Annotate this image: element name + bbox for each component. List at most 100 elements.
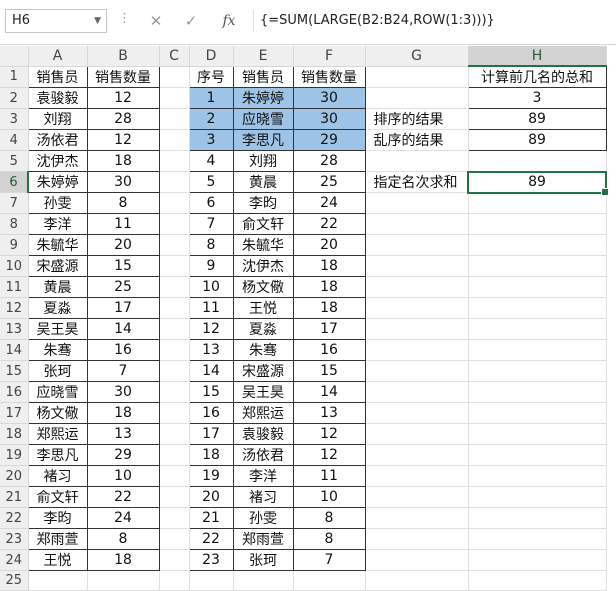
row-header[interactable]: 7 bbox=[0, 192, 29, 214]
cell-b8[interactable]: 11 bbox=[86, 213, 160, 235]
column-header-h[interactable]: H bbox=[468, 46, 607, 67]
cell-d5[interactable]: 4 bbox=[188, 150, 234, 172]
cell-d25[interactable] bbox=[189, 570, 234, 591]
name-box[interactable]: H6 ▼ bbox=[5, 9, 107, 33]
cell-g12[interactable] bbox=[365, 297, 469, 319]
cell-c22[interactable] bbox=[159, 507, 190, 529]
cell-g11[interactable] bbox=[365, 276, 469, 298]
cell-b12[interactable]: 17 bbox=[86, 297, 160, 319]
cell-g17[interactable] bbox=[365, 402, 469, 424]
row-header[interactable]: 21 bbox=[0, 486, 29, 508]
cell-c25[interactable] bbox=[159, 570, 190, 591]
cell-g6[interactable]: 指定名次求和 bbox=[365, 171, 469, 193]
cell-f19[interactable]: 12 bbox=[292, 444, 366, 466]
cell-d18[interactable]: 17 bbox=[188, 423, 234, 445]
row-header[interactable]: 4 bbox=[0, 129, 29, 151]
cell-b11[interactable]: 25 bbox=[86, 276, 160, 298]
cell-e21[interactable]: 褚习 bbox=[232, 486, 294, 508]
cell-c21[interactable] bbox=[159, 486, 190, 508]
cell-d22[interactable]: 21 bbox=[188, 507, 234, 529]
cell-h6[interactable]: 89 bbox=[467, 170, 607, 194]
column-header-b[interactable]: B bbox=[87, 46, 160, 67]
cell-b4[interactable]: 12 bbox=[86, 129, 160, 151]
cell-b18[interactable]: 13 bbox=[86, 423, 160, 445]
row-header[interactable]: 1 bbox=[0, 66, 29, 88]
cell-c20[interactable] bbox=[159, 465, 190, 487]
cell-a11[interactable]: 黄晨 bbox=[27, 276, 88, 298]
cell-c5[interactable] bbox=[159, 150, 190, 172]
cell-d4[interactable]: 3 bbox=[188, 129, 234, 151]
cell-b24[interactable]: 18 bbox=[86, 549, 160, 571]
row-header[interactable]: 2 bbox=[0, 87, 29, 109]
cell-f20[interactable]: 11 bbox=[292, 465, 366, 487]
row-header[interactable]: 25 bbox=[0, 570, 29, 591]
cell-e15[interactable]: 宋盛源 bbox=[232, 360, 294, 382]
cell-c19[interactable] bbox=[159, 444, 190, 466]
cell-d8[interactable]: 7 bbox=[188, 213, 234, 235]
cell-d12[interactable]: 11 bbox=[188, 297, 234, 319]
cell-g23[interactable] bbox=[365, 528, 469, 550]
row-header[interactable]: 17 bbox=[0, 402, 29, 424]
cell-d9[interactable]: 8 bbox=[188, 234, 234, 256]
cell-b15[interactable]: 7 bbox=[86, 360, 160, 382]
cell-g22[interactable] bbox=[365, 507, 469, 529]
cell-f17[interactable]: 13 bbox=[292, 402, 366, 424]
check-icon[interactable]: ✓ bbox=[178, 10, 204, 32]
row-header[interactable]: 9 bbox=[0, 234, 29, 256]
cell-g4[interactable]: 乱序的结果 bbox=[365, 129, 469, 151]
formula-input[interactable]: {=SUM(LARGE(B2:B24,ROW(1:3)))} bbox=[253, 10, 616, 32]
cell-f15[interactable]: 15 bbox=[292, 360, 366, 382]
cell-c16[interactable] bbox=[159, 381, 190, 403]
cell-g7[interactable] bbox=[365, 192, 469, 214]
row-header[interactable]: 10 bbox=[0, 255, 29, 277]
cell-c24[interactable] bbox=[159, 549, 190, 571]
cell-f5[interactable]: 28 bbox=[292, 150, 366, 172]
cell-h3[interactable]: 89 bbox=[467, 108, 607, 130]
cell-b16[interactable]: 30 bbox=[86, 381, 160, 403]
cell-c23[interactable] bbox=[159, 528, 190, 550]
cell-h16[interactable] bbox=[468, 381, 607, 403]
cell-h2[interactable]: 3 bbox=[467, 87, 607, 109]
cell-e17[interactable]: 郑熙运 bbox=[232, 402, 294, 424]
cell-b14[interactable]: 16 bbox=[86, 339, 160, 361]
cell-a21[interactable]: 俞文轩 bbox=[27, 486, 88, 508]
cell-h17[interactable] bbox=[468, 402, 607, 424]
cell-g2[interactable] bbox=[365, 87, 469, 109]
cell-d23[interactable]: 22 bbox=[188, 528, 234, 550]
cell-c13[interactable] bbox=[159, 318, 190, 340]
cell-c2[interactable] bbox=[159, 87, 190, 109]
column-header-a[interactable]: A bbox=[28, 46, 88, 67]
cell-g10[interactable] bbox=[365, 255, 469, 277]
row-header[interactable]: 22 bbox=[0, 507, 29, 529]
cell-d21[interactable]: 20 bbox=[188, 486, 234, 508]
cell-d3[interactable]: 2 bbox=[188, 108, 234, 130]
cell-h5[interactable] bbox=[468, 150, 607, 172]
cell-a3[interactable]: 刘翔 bbox=[27, 108, 88, 130]
cell-e14[interactable]: 朱骞 bbox=[232, 339, 294, 361]
cell-b23[interactable]: 8 bbox=[86, 528, 160, 550]
cell-d15[interactable]: 14 bbox=[188, 360, 234, 382]
cell-e13[interactable]: 夏淼 bbox=[232, 318, 294, 340]
cell-f4[interactable]: 29 bbox=[292, 129, 366, 151]
cell-a25[interactable] bbox=[28, 570, 88, 591]
row-header[interactable]: 3 bbox=[0, 108, 29, 130]
cell-f16[interactable]: 14 bbox=[292, 381, 366, 403]
cell-g16[interactable] bbox=[365, 381, 469, 403]
cell-d14[interactable]: 13 bbox=[188, 339, 234, 361]
cell-h14[interactable] bbox=[468, 339, 607, 361]
cell-a12[interactable]: 夏淼 bbox=[27, 297, 88, 319]
cell-h25[interactable] bbox=[468, 570, 607, 591]
cell-g5[interactable] bbox=[365, 150, 469, 172]
cell-e24[interactable]: 张珂 bbox=[232, 549, 294, 571]
cell-c14[interactable] bbox=[159, 339, 190, 361]
cell-a17[interactable]: 杨文儆 bbox=[27, 402, 88, 424]
cell-h15[interactable] bbox=[468, 360, 607, 382]
cell-e25[interactable] bbox=[233, 570, 294, 591]
row-header[interactable]: 11 bbox=[0, 276, 29, 298]
cell-c1[interactable] bbox=[159, 66, 190, 88]
cell-g13[interactable] bbox=[365, 318, 469, 340]
cell-e9[interactable]: 朱毓华 bbox=[232, 234, 294, 256]
cell-f3[interactable]: 30 bbox=[292, 108, 366, 130]
cell-c17[interactable] bbox=[159, 402, 190, 424]
cell-e8[interactable]: 俞文轩 bbox=[232, 213, 294, 235]
